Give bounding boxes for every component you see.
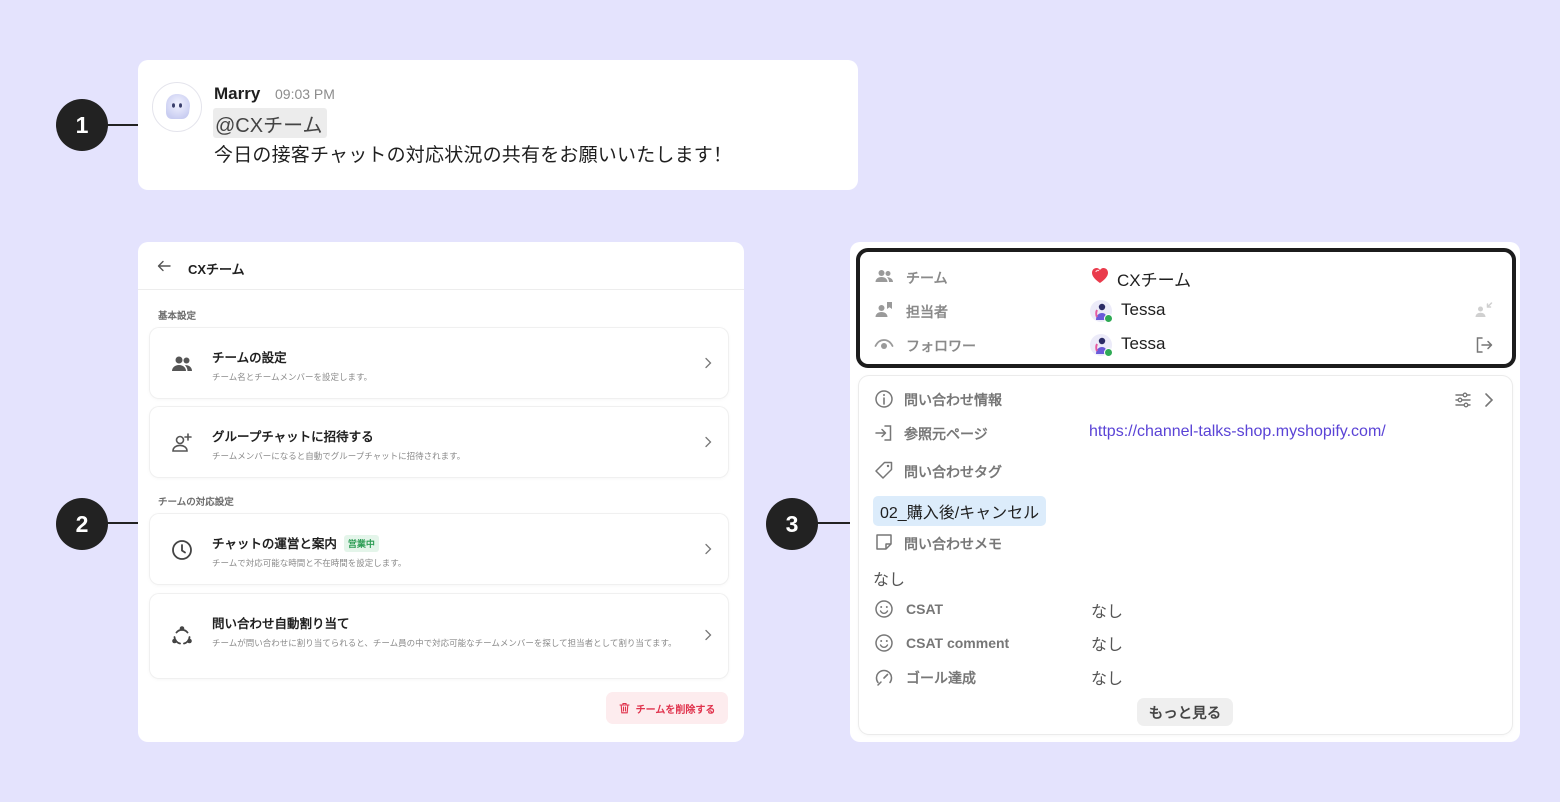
assignee-label: 担当者 — [906, 304, 948, 320]
eye-icon — [874, 339, 894, 349]
item-title: チャットの運営と案内 営業中 — [212, 533, 379, 552]
team-settings-item[interactable]: チームの設定 チーム名とチームメンバーを設定します。 — [150, 328, 728, 398]
status-badge: 営業中 — [343, 535, 379, 552]
inquiry-tag-label: 問い合わせタグ — [904, 464, 1002, 480]
follower-value[interactable]: Tessa — [1121, 334, 1165, 354]
chat-operation-item[interactable]: チャットの運営と案内 営業中 チームで対応可能な時間と不在時間を設定します。 — [150, 514, 728, 584]
team-settings-panel: CXチーム 基本設定 チームの設定 チーム名とチームメンバーを設定します。 グル… — [138, 242, 744, 742]
inquiry-tag-chip[interactable]: 02_購入後/キャンセル — [873, 496, 1047, 526]
assign-cycle-icon — [172, 626, 192, 645]
settings-title: CXチーム — [188, 262, 245, 277]
connector-line-2 — [106, 522, 138, 524]
avatar[interactable] — [1090, 300, 1113, 323]
delete-team-button[interactable]: チームを削除する — [606, 692, 728, 724]
online-status-dot — [1104, 314, 1113, 323]
smile-icon — [875, 600, 893, 618]
chevron-right-icon — [705, 543, 712, 555]
step-marker-2: 2 — [56, 498, 108, 550]
auto-assign-item[interactable]: 問い合わせ自動割り当て チームが問い合わせに割り当てられると、チーム員の中で対応… — [150, 594, 728, 678]
online-status-dot — [1104, 348, 1113, 357]
step-marker-3: 3 — [766, 498, 818, 550]
follower-label: フォロワー — [906, 338, 976, 354]
item-description: チームで対応可能な時間と不在時間を設定します。 — [212, 558, 407, 568]
show-more-button[interactable]: もっと見る — [1137, 698, 1233, 726]
ghost-avatar-icon — [166, 94, 190, 119]
goal-value: なし — [1091, 671, 1124, 688]
team-label: チーム — [906, 270, 948, 286]
tag-icon — [875, 461, 893, 479]
team-mention[interactable]: @CXチーム — [213, 108, 327, 138]
memo-icon — [876, 534, 892, 550]
message-author[interactable]: Marry — [214, 84, 260, 104]
team-icon — [875, 270, 893, 282]
csat-comment-value: なし — [1091, 637, 1124, 654]
team-assignment-box: チーム CXチーム 担当者 Tessa フォロワー Tessa — [856, 248, 1516, 368]
team-value[interactable]: CXチーム — [1117, 266, 1191, 291]
item-title: 問い合わせ自動割り当て — [212, 617, 350, 631]
connector-line-1 — [106, 124, 138, 126]
referrer-link[interactable]: https://channel-talks-shop.myshopify.com… — [1089, 423, 1386, 441]
clock-icon — [172, 540, 192, 560]
heart-icon — [1092, 268, 1108, 283]
item-title: グループチャットに招待する — [212, 430, 374, 444]
item-description: チーム名とチームメンバーを設定します。 — [212, 372, 373, 382]
chevron-right-icon[interactable] — [1479, 390, 1499, 410]
invite-group-chat-item[interactable]: グループチャットに招待する チームメンバーになると自動でグループチャットに招待さ… — [150, 407, 728, 477]
settings-header: CXチーム — [138, 242, 744, 290]
inquiry-memo-value[interactable]: なし — [873, 566, 905, 590]
item-description: チームメンバーになると自動でグループチャットに招待されます。 — [212, 451, 466, 461]
csat-value: なし — [1091, 604, 1124, 621]
trash-icon — [619, 702, 630, 714]
unassign-icon[interactable] — [1474, 300, 1494, 320]
inquiry-info-label: 問い合わせ情報 — [904, 392, 1002, 408]
chevron-right-icon — [705, 629, 712, 641]
connector-line-3 — [816, 522, 850, 524]
assignee-value[interactable]: Tessa — [1121, 300, 1165, 320]
item-title: チームの設定 — [212, 351, 287, 365]
avatar[interactable] — [1090, 334, 1113, 357]
chevron-right-icon — [705, 357, 712, 369]
leave-icon[interactable] — [1474, 335, 1494, 355]
message-timestamp: 09:03 PM — [275, 86, 335, 102]
back-arrow-icon[interactable] — [156, 258, 172, 274]
add-person-icon — [172, 433, 192, 452]
smile-icon — [875, 634, 893, 652]
item-title-text: チャットの運営と案内 — [212, 537, 337, 551]
step-marker-1: 1 — [56, 99, 108, 151]
chevron-right-icon — [705, 436, 712, 448]
assignee-icon — [875, 302, 892, 317]
delete-team-label: チームを削除する — [635, 704, 716, 716]
message-text: 今日の接客チャットの対応状況の共有をお願いいたします！ — [214, 145, 733, 166]
inquiry-details-card: 問い合わせ情報 参照元ページ https://channel-talks-sho… — [859, 376, 1512, 734]
settings-sliders-icon[interactable] — [1453, 390, 1473, 410]
item-description: チームが問い合わせに割り当てられると、チーム員の中で対応可能なチームメンバーを探… — [212, 638, 677, 648]
section-team-response-settings: チームの対応設定 — [158, 497, 234, 508]
section-basic-settings: 基本設定 — [158, 311, 197, 322]
info-icon — [875, 390, 893, 408]
chat-message-card: Marry 09:03 PM @CXチーム 今日の接客チャットの対応状況の共有を… — [138, 60, 858, 190]
goal-label: ゴール達成 — [906, 670, 976, 686]
inquiry-memo-label: 問い合わせメモ — [904, 536, 1002, 552]
csat-comment-label: CSAT comment — [906, 635, 1010, 651]
csat-label: CSAT — [906, 601, 944, 617]
enter-icon — [875, 425, 892, 441]
goal-gauge-icon — [875, 669, 893, 686]
team-icon — [172, 356, 192, 371]
avatar[interactable] — [152, 82, 202, 132]
inquiry-info-panel: チーム CXチーム 担当者 Tessa フォロワー Tessa 問い合わせ情報 … — [850, 242, 1520, 742]
referrer-label: 参照元ページ — [904, 426, 988, 442]
